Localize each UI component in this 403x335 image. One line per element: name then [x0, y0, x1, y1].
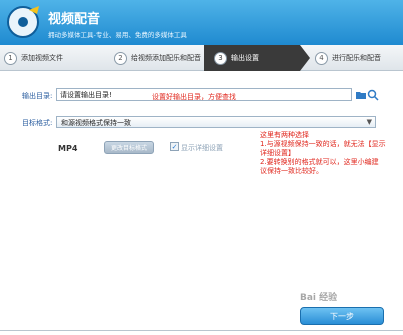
steps-bar: 1 添加视频文件 2 给视频添加配乐和配音 3 输出设置 4 进行配乐和配音: [0, 45, 403, 71]
format-select[interactable]: 和源视频格式保持一致 ▼: [56, 116, 376, 128]
step-add-video[interactable]: 1 添加视频文件: [4, 45, 104, 71]
output-dir-label: 输出目录:: [22, 92, 53, 100]
app-logo-icon: [7, 6, 39, 38]
change-format-button[interactable]: 更改目标格式: [104, 141, 154, 154]
annotation-line: 1.与源视频保持一致的话，就无法【显示: [260, 140, 386, 148]
output-dir-value: 请设置输出目录!: [60, 91, 112, 99]
app-header: 视频配音 拥动多媒体工具-专业、易用、免费的多媒体工具: [0, 0, 403, 45]
show-details-label: 显示详细设置: [181, 144, 223, 152]
app-subtitle: 拥动多媒体工具-专业、易用、免费的多媒体工具: [48, 31, 187, 39]
next-button[interactable]: 下一步: [300, 307, 384, 325]
search-icon[interactable]: [367, 89, 379, 101]
step-arrow: [300, 45, 310, 71]
step-label: 给视频添加配乐和配音: [131, 54, 201, 62]
step-number: 4: [315, 51, 328, 65]
annotation-line: 详细设置】: [260, 149, 295, 157]
chevron-down-icon: ▼: [366, 118, 372, 126]
annotation-line: 这里有两种选择: [260, 131, 309, 139]
step-add-audio[interactable]: 2 给视频添加配乐和配音: [114, 45, 204, 71]
step-output-settings[interactable]: 3 输出设置: [204, 45, 300, 71]
format-selected-value: 和源视频格式保持一致: [61, 119, 131, 127]
app-title: 视频配音: [48, 12, 101, 27]
format-type: MP4: [58, 144, 78, 153]
show-details-checkbox[interactable]: ✓: [170, 142, 179, 151]
step-label: 添加视频文件: [21, 54, 63, 62]
format-label: 目标格式:: [22, 119, 53, 127]
format-annotation: 这里有两种选择 1.与源视频保持一致的话，就无法【显示 详细设置】 2.要转换别…: [260, 131, 400, 176]
step-label: 进行配乐和配音: [332, 54, 381, 62]
watermark: Bai 经验: [300, 293, 338, 303]
bottom-divider: [0, 330, 403, 331]
folder-icon[interactable]: [355, 89, 367, 101]
step-label: 输出设置: [231, 54, 259, 62]
output-annotation: 设置好输出目录，方便查找: [152, 93, 236, 101]
annotation-line: 2.要转换别的格式就可以，这里小编建: [260, 158, 379, 166]
step-number: 1: [4, 51, 17, 65]
step-process[interactable]: 4 进行配乐和配音: [315, 45, 403, 71]
step-number: 3: [214, 51, 227, 65]
step-number: 2: [114, 51, 127, 65]
annotation-line: 议保持一致比较好。: [260, 167, 323, 175]
